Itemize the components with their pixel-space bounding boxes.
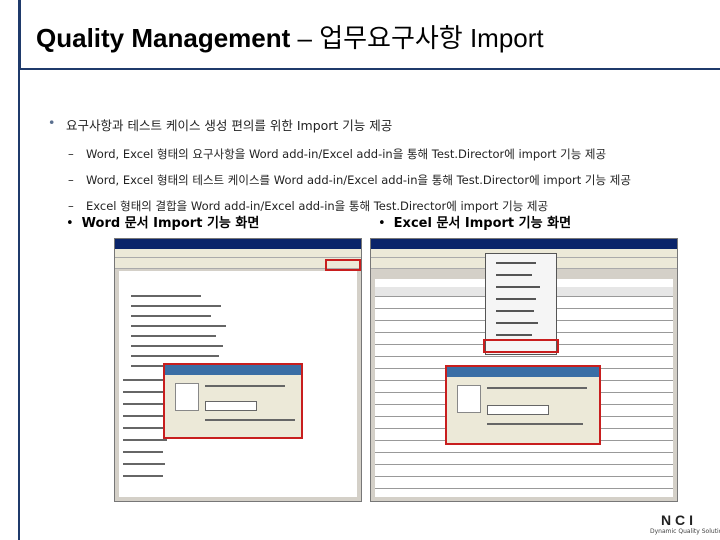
label-bullet: •: [378, 216, 386, 231]
doc-line: [131, 305, 221, 307]
bullet-list: 요구사항과 테스트 케이스 생성 편의를 위한 Import 기능 제공 – W…: [48, 115, 688, 224]
bullet-main: 요구사항과 테스트 케이스 생성 편의를 위한 Import 기능 제공: [48, 115, 688, 134]
dash-marker: –: [68, 147, 74, 161]
table-row: [375, 479, 673, 489]
title-rest: 업무요구사항 Import: [319, 23, 544, 53]
doc-line: [123, 427, 163, 429]
word-screen-label: • Word 문서 Import 기능 화면: [66, 212, 259, 231]
doc-line: [131, 295, 201, 297]
page-title: Quality Management – 업무요구사항 Import: [36, 18, 544, 55]
menu-bar: [115, 249, 361, 258]
doc-line: [123, 379, 163, 381]
server-url-field[interactable]: [205, 401, 257, 411]
bullet-sub-3-text: Excel 형태의 결합을 Word add-in/Excel add-in을 …: [86, 199, 549, 213]
dialog-text: [487, 423, 583, 425]
doc-line: [131, 355, 219, 357]
title-underline: [18, 68, 720, 70]
menu-item[interactable]: [496, 286, 540, 288]
title-bold: Quality Management: [36, 23, 291, 53]
table-row: [375, 455, 673, 465]
window-title-bar: [115, 239, 361, 249]
title-bar: Quality Management – 업무요구사항 Import: [0, 0, 720, 72]
word-import-dialog: [163, 363, 303, 439]
excel-screen-label: • Excel 문서 Import 기능 화면: [378, 212, 571, 231]
title-dash: –: [290, 23, 320, 53]
doc-line: [131, 335, 216, 337]
dialog-text: [487, 387, 587, 389]
excel-screen-label-text: Excel 문서 Import 기능 화면: [393, 216, 572, 231]
word-import-screenshot: [114, 238, 362, 502]
label-bullet: •: [66, 216, 74, 231]
server-url-field[interactable]: [487, 405, 549, 415]
window-title-bar: [371, 239, 677, 249]
doc-line: [123, 415, 165, 417]
addin-menu-highlight: [483, 339, 559, 353]
menu-item[interactable]: [496, 274, 532, 276]
word-screen-label-text: Word 문서 Import 기능 화면: [81, 216, 260, 231]
company-logo: NCI Dynamic Quality Solutions: [650, 512, 720, 536]
dialog-text: [205, 419, 295, 421]
bullet-sub-1: – Word, Excel 형태의 요구사항을 Word add-in/Exce…: [48, 146, 688, 162]
dialog-text: [205, 385, 285, 387]
logo-tagline: Dynamic Quality Solutions: [650, 528, 720, 535]
doc-line: [123, 391, 167, 393]
dialog-logo-icon: [175, 383, 199, 411]
left-border-line: [18, 70, 20, 540]
excel-import-dialog: [445, 365, 601, 445]
doc-line: [123, 439, 167, 441]
bullet-sub-2: – Word, Excel 형태의 테스트 케이스를 Word add-in/E…: [48, 172, 688, 188]
doc-line: [123, 475, 163, 477]
dialog-logo-icon: [457, 385, 481, 413]
title-accent-bar: [18, 0, 21, 68]
doc-line: [123, 403, 163, 405]
doc-line: [123, 451, 163, 453]
addin-toolbar-highlight: [325, 259, 361, 271]
dialog-title-bar: [165, 365, 301, 375]
logo-mark: NCI: [660, 512, 698, 528]
menu-item[interactable]: [496, 262, 536, 264]
doc-line: [131, 315, 211, 317]
menu-item[interactable]: [496, 334, 532, 336]
bullet-sub-2-text: Word, Excel 형태의 테스트 케이스를 Word add-in/Exc…: [86, 173, 631, 187]
dialog-title-bar: [447, 367, 599, 377]
menu-item[interactable]: [496, 322, 538, 324]
doc-line: [123, 463, 165, 465]
table-row: [375, 467, 673, 477]
dash-marker: –: [68, 173, 74, 187]
bullet-sub-1-text: Word, Excel 형태의 요구사항을 Word add-in/Excel …: [86, 147, 607, 161]
doc-line: [131, 345, 223, 347]
doc-line: [131, 325, 226, 327]
screenshot-labels: • Word 문서 Import 기능 화면 • Excel 문서 Import 기…: [0, 212, 720, 234]
menu-item[interactable]: [496, 298, 536, 300]
menu-item[interactable]: [496, 310, 534, 312]
excel-import-screenshot: [370, 238, 678, 502]
